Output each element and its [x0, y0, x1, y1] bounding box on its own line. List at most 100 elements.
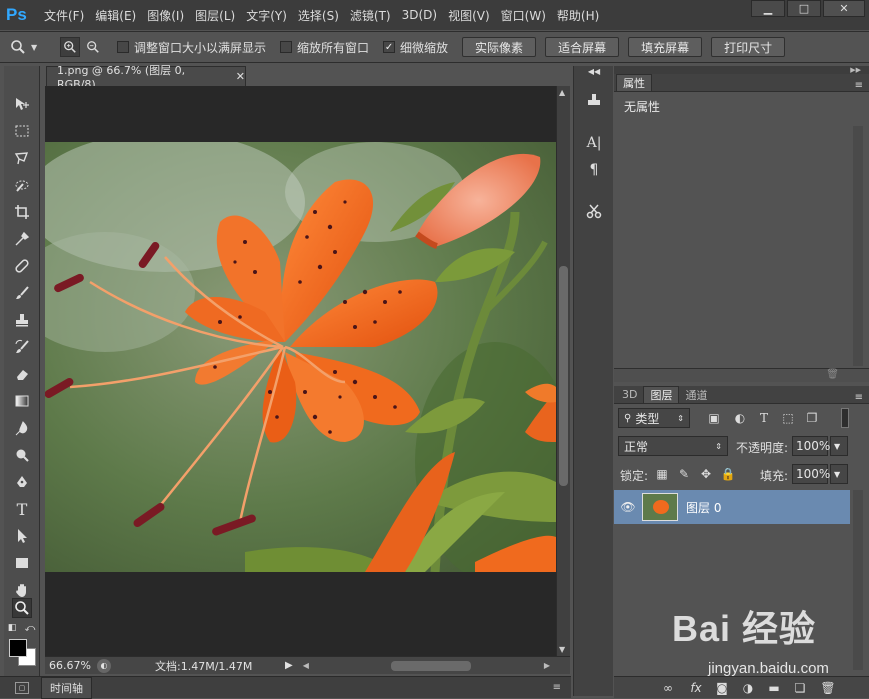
tab-channels[interactable]: 通道	[679, 386, 713, 403]
fill-dropdown[interactable]: ▼	[830, 464, 848, 484]
resize-windows-option[interactable]: 调整窗口大小以满屏显示	[117, 39, 266, 56]
scrubby-zoom-option[interactable]: ✓ 细微缩放	[383, 39, 448, 56]
folder-icon[interactable]: ▬	[766, 680, 782, 696]
status-menu-icon[interactable]: ◐	[97, 658, 111, 673]
scroll-left-icon[interactable]: ◀	[303, 661, 309, 670]
close-tab-icon[interactable]: ✕	[236, 70, 245, 83]
layer-filter-select[interactable]: ⚲ 类型 ⇕	[618, 408, 690, 428]
zoom-in-button[interactable]	[60, 37, 80, 57]
fit-screen-button[interactable]: 适合屏幕	[545, 37, 620, 57]
eyedropper-tool[interactable]	[12, 229, 32, 249]
menu-file[interactable]: 文件(F)	[44, 7, 84, 24]
menu-select[interactable]: 选择(S)	[298, 7, 339, 24]
scrubby-zoom-checkbox[interactable]: ✓	[383, 41, 396, 53]
timeline-icon[interactable]: ▢	[15, 681, 29, 694]
menu-image[interactable]: 图像(I)	[147, 7, 184, 24]
history-panel-button[interactable]	[582, 88, 606, 110]
status-menu-arrow-icon[interactable]: ▶	[285, 660, 293, 671]
vertical-scrollbar[interactable]: ▲ ▼	[556, 86, 570, 656]
menu-layer[interactable]: 图层(L)	[195, 7, 235, 24]
properties-scrollbar[interactable]	[853, 126, 863, 366]
lock-pixels-icon[interactable]: ✎	[676, 466, 692, 482]
hand-tool[interactable]	[12, 580, 32, 600]
print-size-button[interactable]: 打印尺寸	[711, 37, 786, 57]
eye-icon[interactable]: 👁	[614, 500, 642, 514]
menu-filter[interactable]: 滤镜(T)	[350, 7, 391, 24]
tab-properties[interactable]: 属性	[616, 74, 652, 91]
filter-adjustment-icon[interactable]: ◐	[732, 410, 748, 426]
layers-scrollbar[interactable]	[853, 490, 863, 670]
menu-view[interactable]: 视图(V)	[448, 7, 490, 24]
menu-edit[interactable]: 编辑(E)	[95, 7, 136, 24]
zoom-tool[interactable]	[12, 598, 32, 618]
filter-smart-object-icon[interactable]: ❐	[804, 410, 820, 426]
blend-mode-select[interactable]: 正常 ⇕	[618, 436, 728, 456]
menu-window[interactable]: 窗口(W)	[501, 7, 546, 24]
panel-menu-icon[interactable]: ≡	[553, 682, 561, 693]
gradient-tool[interactable]	[12, 391, 32, 411]
menu-help[interactable]: 帮助(H)	[557, 7, 599, 24]
lily-photo[interactable]	[45, 142, 556, 572]
fx-icon[interactable]: fx	[688, 680, 704, 696]
scroll-up-icon[interactable]: ▲	[559, 88, 565, 97]
dodge-tool[interactable]	[12, 445, 32, 465]
expand-icon[interactable]: ▶▶	[614, 66, 869, 74]
tab-layers[interactable]: 图层	[643, 386, 680, 403]
scroll-right-icon[interactable]: ▶	[544, 661, 550, 670]
zoom-out-button[interactable]	[83, 37, 103, 57]
swap-colors-button[interactable]: ⤺	[24, 622, 36, 634]
panel-menu-icon[interactable]: ≡	[855, 80, 863, 91]
maximize-button[interactable]: □	[787, 0, 821, 17]
link-icon[interactable]: ∞	[660, 680, 676, 696]
horizontal-scroll-thumb[interactable]	[390, 660, 471, 671]
zoom-all-windows-option[interactable]: 缩放所有窗口	[280, 39, 369, 56]
quick-selection-tool[interactable]	[12, 175, 32, 195]
move-tool[interactable]	[12, 94, 32, 114]
blur-tool[interactable]	[12, 418, 32, 438]
resize-windows-checkbox[interactable]	[117, 41, 129, 53]
scroll-down-icon[interactable]: ▼	[559, 645, 565, 654]
lock-transparency-icon[interactable]: ▦	[654, 466, 670, 482]
document-tab[interactable]: 1.png @ 66.7% (图层 0, RGB/8) ✕	[46, 64, 246, 91]
minimize-button[interactable]: ▁	[751, 0, 785, 17]
marquee-tool[interactable]	[12, 121, 32, 141]
layer-name[interactable]: 图层 0	[686, 499, 721, 516]
lock-all-icon[interactable]: 🔒	[720, 466, 736, 482]
foreground-color-swatch[interactable]	[9, 639, 27, 657]
opacity-dropdown[interactable]: ▼	[830, 436, 848, 456]
lasso-tool[interactable]	[12, 148, 32, 168]
menu-3d[interactable]: 3D(D)	[402, 8, 437, 22]
timeline-tab[interactable]: 时间轴	[41, 676, 92, 699]
zoom-level[interactable]: 66.67%	[49, 659, 97, 672]
horizontal-scrollbar[interactable]	[313, 660, 538, 672]
opacity-input[interactable]: 100%	[792, 436, 830, 456]
tool-presets-button[interactable]	[582, 200, 606, 222]
actual-pixels-button[interactable]: 实际像素	[462, 37, 537, 57]
crop-tool[interactable]	[12, 202, 32, 222]
filter-toggle[interactable]	[841, 408, 849, 428]
mask-icon[interactable]: ◙	[714, 680, 730, 696]
rectangle-tool[interactable]	[12, 553, 32, 573]
trash-icon[interactable]: 🗑	[820, 680, 836, 696]
lock-position-icon[interactable]: ✥	[698, 466, 714, 482]
fill-input[interactable]: 100%	[792, 464, 830, 484]
close-button[interactable]: ✕	[823, 0, 865, 17]
healing-brush-tool[interactable]	[12, 256, 32, 276]
tab-3d[interactable]: 3D	[616, 386, 643, 403]
type-tool[interactable]: T	[12, 499, 32, 519]
paragraph-panel-button[interactable]: ¶	[582, 159, 606, 181]
trash-icon[interactable]: 🗑	[826, 369, 839, 380]
fill-screen-button[interactable]: 填充屏幕	[628, 37, 703, 57]
collapse-icon[interactable]: ◀◀	[582, 66, 606, 76]
layer-row[interactable]: 👁 图层 0	[614, 490, 850, 524]
brush-tool[interactable]	[12, 283, 32, 303]
default-colors-button[interactable]: ◧	[6, 622, 18, 634]
character-panel-button[interactable]: A|	[582, 132, 606, 154]
menu-type[interactable]: 文字(Y)	[246, 7, 287, 24]
zoom-tool-preset[interactable]: ▼	[10, 39, 60, 55]
clone-stamp-tool[interactable]	[12, 310, 32, 330]
new-layer-icon[interactable]: ❏	[792, 680, 808, 696]
path-selection-tool[interactable]	[12, 526, 32, 546]
panel-menu-icon[interactable]: ≡	[855, 392, 863, 403]
history-brush-tool[interactable]	[12, 337, 32, 357]
